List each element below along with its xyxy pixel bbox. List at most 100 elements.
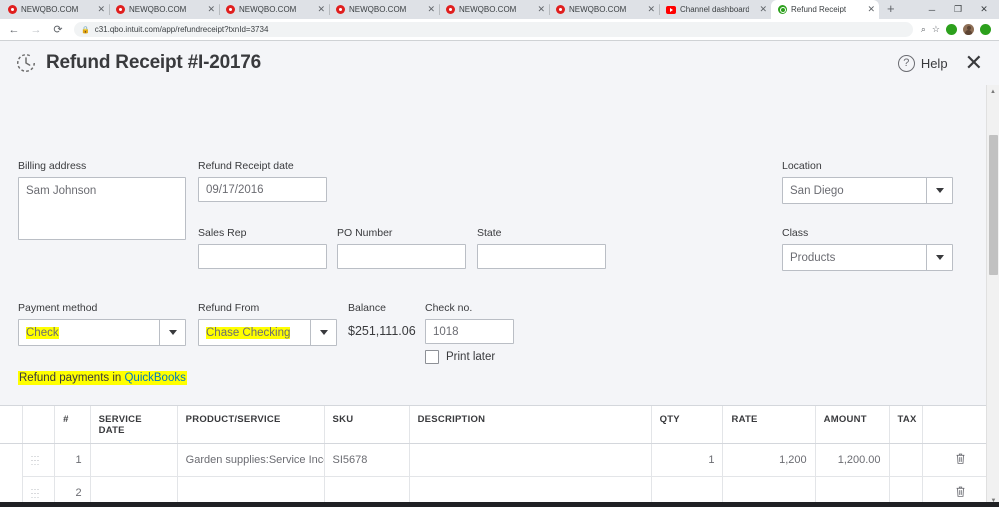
- cell-qty[interactable]: 1: [651, 443, 724, 477]
- vertical-scrollbar[interactable]: ▲ ▼: [986, 85, 999, 507]
- row-spacer: [0, 443, 23, 477]
- refund-clock-icon: [14, 51, 38, 75]
- balance-field: Balance $251,111.06: [348, 302, 420, 338]
- address-bar-url: c31.qbo.intuit.com/app/refundreceipt?txn…: [94, 25, 269, 34]
- tab-title: NEWQBO.COM: [129, 5, 187, 14]
- browser-tab-refund-receipt[interactable]: Refund Receipt ✕: [771, 0, 879, 19]
- th-sku: SKU: [324, 406, 410, 444]
- chevron-down-icon[interactable]: [926, 245, 952, 270]
- avatar[interactable]: [963, 24, 974, 35]
- header-actions: ? Help ✕: [897, 52, 983, 74]
- cell-rate[interactable]: 1,200: [722, 443, 816, 477]
- zoom-icon[interactable]: ⌕: [921, 24, 926, 35]
- browser-tab[interactable]: NEWQBO.COM ✕: [329, 0, 439, 19]
- qbo-icon: [116, 5, 125, 14]
- browser-toolbar: ← → ⟳ 🔒 c31.qbo.intuit.com/app/refundrec…: [0, 19, 999, 41]
- th-spacer: [0, 406, 23, 444]
- cell-tax[interactable]: [889, 443, 923, 477]
- billing-address-input[interactable]: Sam Johnson: [18, 177, 186, 240]
- cell-product-service[interactable]: Garden supplies:Service Incom: [177, 443, 325, 477]
- close-icon[interactable]: ✕: [965, 52, 983, 74]
- window-close-button[interactable]: ✕: [971, 0, 997, 19]
- tab-title: NEWQBO.COM: [569, 5, 627, 14]
- balance-value: $251,111.06: [348, 324, 416, 338]
- tab-close-icon[interactable]: ✕: [641, 5, 655, 14]
- payment-method-field: Payment method Check: [18, 302, 186, 346]
- row-drag-handle[interactable]: ::::::: [22, 443, 56, 477]
- scrollbar-thumb[interactable]: [989, 135, 998, 275]
- class-select[interactable]: Products: [782, 244, 953, 271]
- chevron-down-icon[interactable]: [926, 178, 952, 203]
- bookmark-star-icon[interactable]: ☆: [932, 24, 940, 35]
- tab-close-icon[interactable]: ✕: [201, 5, 215, 14]
- th-drag: [22, 406, 56, 444]
- drag-handle-icon[interactable]: ::::::: [31, 454, 46, 467]
- back-icon[interactable]: ←: [6, 22, 22, 38]
- trash-icon[interactable]: [955, 485, 966, 501]
- window-maximize-button[interactable]: ❐: [945, 0, 971, 19]
- row-number: 1: [54, 443, 91, 477]
- tab-close-icon[interactable]: ✕: [531, 5, 545, 14]
- refund-receipt-date-input[interactable]: 09/17/2016: [198, 177, 327, 202]
- cell-service-date[interactable]: [90, 443, 178, 477]
- tab-close-icon[interactable]: ✕: [311, 5, 325, 14]
- refund-receipt-date-label: Refund Receipt date: [198, 160, 294, 172]
- tab-title: NEWQBO.COM: [21, 5, 79, 14]
- th-description: DESCRIPTION: [409, 406, 652, 444]
- tab-title: NEWQBO.COM: [239, 5, 297, 14]
- refund-from-select[interactable]: Chase Checking: [198, 319, 337, 346]
- scroll-up-arrow-icon[interactable]: ▲: [987, 85, 999, 98]
- browser-tab[interactable]: NEWQBO.COM ✕: [549, 0, 659, 19]
- browser-tab-youtube[interactable]: Channel dashboard - YouTu ✕: [659, 0, 771, 19]
- qbo-icon: [226, 5, 235, 14]
- chevron-down-icon[interactable]: [159, 320, 185, 345]
- state-input[interactable]: [477, 244, 606, 269]
- profile-badge-icon[interactable]: [980, 24, 991, 35]
- tab-close-icon[interactable]: ✕: [91, 5, 105, 14]
- cell-sku[interactable]: SI5678: [324, 443, 410, 477]
- tab-close-icon[interactable]: ✕: [421, 5, 435, 14]
- browser-tab[interactable]: NEWQBO.COM ✕: [1, 0, 109, 19]
- new-tab-button[interactable]: +: [879, 2, 903, 17]
- billing-address-label: Billing address: [18, 160, 87, 172]
- refund-payments-link[interactable]: Refund payments in QuickBooks: [18, 368, 187, 386]
- trash-icon[interactable]: [955, 452, 966, 468]
- balance-label: Balance: [348, 302, 386, 314]
- tab-close-icon[interactable]: ✕: [861, 5, 875, 14]
- drag-handle-icon[interactable]: ::::::: [31, 487, 46, 500]
- help-icon: ?: [897, 54, 915, 72]
- extension-icon[interactable]: [946, 24, 957, 35]
- check-no-input[interactable]: 1018: [425, 319, 514, 344]
- refund-link-prefix: Refund payments in: [19, 372, 125, 384]
- check-no-label: Check no.: [425, 302, 473, 314]
- print-later-row[interactable]: Print later: [425, 350, 514, 364]
- payment-method-label: Payment method: [18, 302, 98, 314]
- tab-close-icon[interactable]: ✕: [753, 5, 767, 14]
- refund-receipt-app: Refund Receipt #I-20176 ? Help ✕ Billing…: [0, 41, 999, 507]
- location-select[interactable]: San Diego: [782, 177, 953, 204]
- po-number-input[interactable]: [337, 244, 466, 269]
- cell-description[interactable]: [409, 443, 652, 477]
- address-bar[interactable]: 🔒 c31.qbo.intuit.com/app/refundreceipt?t…: [74, 22, 913, 37]
- browser-tab[interactable]: NEWQBO.COM ✕: [219, 0, 329, 19]
- help-button[interactable]: ? Help: [897, 54, 948, 72]
- class-label: Class: [782, 227, 809, 239]
- print-later-checkbox[interactable]: [425, 350, 439, 364]
- browser-tab[interactable]: NEWQBO.COM ✕: [109, 0, 219, 19]
- browser-tab[interactable]: NEWQBO.COM ✕: [439, 0, 549, 19]
- bottom-bar: [0, 502, 999, 507]
- reload-icon[interactable]: ⟳: [50, 22, 66, 38]
- chevron-down-icon[interactable]: [310, 320, 336, 345]
- sales-rep-input[interactable]: [198, 244, 327, 269]
- forward-icon[interactable]: →: [28, 22, 44, 38]
- cell-amount[interactable]: 1,200.00: [815, 443, 890, 477]
- refund-from-field: Refund From Chase Checking: [198, 302, 337, 346]
- qbo-icon: [336, 5, 345, 14]
- th-tax: TAX: [889, 406, 923, 444]
- print-later-label: Print later: [446, 351, 496, 363]
- payment-method-select[interactable]: Check: [18, 319, 186, 346]
- table-row[interactable]: :::::: 1 Garden supplies:Service Incom S…: [0, 443, 999, 477]
- window-minimize-button[interactable]: ─: [919, 0, 945, 19]
- class-field: Class Products: [782, 227, 953, 271]
- location-field: Location San Diego: [782, 160, 953, 204]
